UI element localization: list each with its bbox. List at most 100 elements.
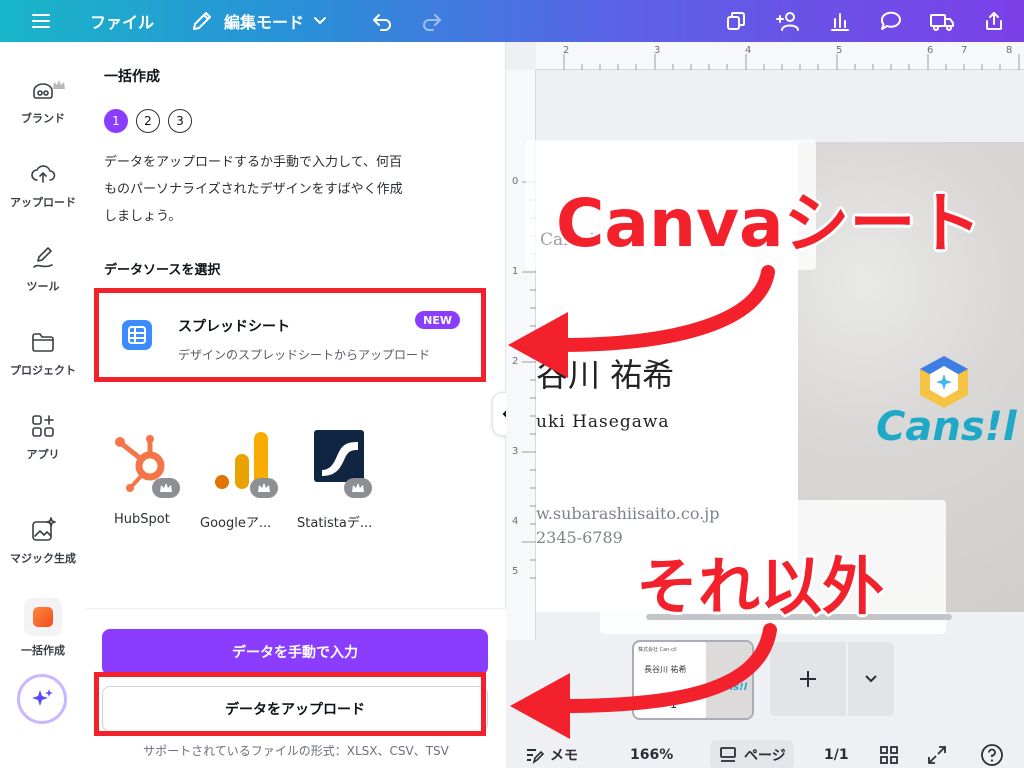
google-analytics-source-option[interactable] <box>208 430 280 498</box>
ruler-tick-label: 2 <box>512 356 519 367</box>
edit-mode-label: 編集モード <box>224 13 305 32</box>
file-menu[interactable]: ファイル <box>90 0 154 42</box>
step-3: 3 <box>168 109 192 133</box>
supported-formats-note: サポートされているファイルの形式：XLSX、CSV、TSV <box>143 744 449 758</box>
description-line: しましょう。 <box>104 209 182 224</box>
thumb-company: 株式会社 Can-cil <box>638 647 677 653</box>
step-2: 2 <box>136 109 160 133</box>
google-analytics-label: Googleア... <box>200 516 272 531</box>
sparkle-icon <box>29 686 55 712</box>
crown-icon <box>250 478 278 498</box>
top-toolbar: ファイル 編集モード <box>0 0 1024 42</box>
panel-title: 一括作成 <box>104 69 160 85</box>
ruler-tick-label: 0 <box>512 176 519 187</box>
magic-image-icon <box>29 516 57 544</box>
data-source-heading: データソースを選択 <box>104 263 221 278</box>
description-line: データをアップロードするか手動で入力して、何百 <box>104 155 402 170</box>
thumb-logo: Cans!l <box>712 682 748 693</box>
hubspot-label: HubSpot <box>114 512 170 527</box>
thumb-name: 長谷川 祐希 <box>644 665 687 674</box>
help-icon[interactable] <box>980 742 1004 768</box>
ruler-tick-label: 6 <box>927 45 934 56</box>
annotation-canva-sheet: Canvaシート <box>556 185 982 262</box>
ruler-tick-label: 3 <box>654 45 661 56</box>
rail-item-apps[interactable]: アプリ <box>0 412 86 482</box>
bulk-create-panel: 一括作成 1 2 3 データをアップロードするか手動で入力して、何百 ものパーソ… <box>86 42 506 768</box>
notes-icon <box>524 745 544 765</box>
print-delivery-icon[interactable] <box>928 0 956 42</box>
plus-icon <box>797 668 819 690</box>
add-page-options-button[interactable] <box>848 642 894 716</box>
grid-view-icon[interactable] <box>878 742 900 768</box>
ruler-tick-label: 3 <box>512 446 519 457</box>
card-phone: 2345-6789 <box>536 528 623 547</box>
chevron-down-icon <box>312 13 328 29</box>
rail-label-magic-media: マジック生成 <box>10 552 76 565</box>
crown-icon <box>152 478 180 498</box>
annotation-others: それ以外 <box>636 550 885 623</box>
crown-icon <box>52 76 66 95</box>
ruler-tick-label: 4 <box>745 45 752 56</box>
share-people-icon[interactable] <box>774 0 802 42</box>
resize-icon[interactable] <box>724 0 748 42</box>
rail-label-upload: アップロード <box>10 196 76 209</box>
card-website: w.subarashiisaito.co.jp <box>536 504 720 523</box>
statista-label: Statistaデ... <box>297 516 373 531</box>
chevron-down-icon <box>863 671 879 687</box>
rail-item-projects[interactable]: プロジェクト <box>0 328 86 398</box>
horizontal-ruler: 2 3 4 5 6 7 8 <box>536 42 1024 70</box>
ruler-tick-label: 2 <box>563 45 570 56</box>
canva-assistant-button[interactable] <box>17 674 67 724</box>
ruler-tick-label: 8 <box>1006 45 1013 56</box>
rail-label-bulk-create: 一括作成 <box>21 644 65 657</box>
rail-label-brand: ブランド <box>21 112 65 125</box>
card-logo-text: Cans!l <box>876 404 1017 450</box>
rail-item-upload[interactable]: アップロード <box>0 160 86 230</box>
step-indicator: 1 2 3 <box>104 109 192 133</box>
upload-share-icon[interactable] <box>982 0 1006 42</box>
rail-item-bulk-create[interactable]: 一括作成 <box>0 598 86 668</box>
edit-mode-menu[interactable]: 編集モード <box>190 0 328 42</box>
highlight-box-upload <box>94 672 486 736</box>
insights-icon[interactable] <box>828 0 852 42</box>
card-name-en: uki Hasegawa <box>536 412 670 432</box>
rail-label-tools: ツール <box>26 280 60 293</box>
notes-label: メモ <box>550 748 578 764</box>
add-page-button[interactable] <box>770 642 846 716</box>
rail-label-projects: プロジェクト <box>10 364 76 377</box>
pages-icon <box>718 745 738 765</box>
thumb-page-number: 1 <box>670 698 677 711</box>
apps-grid-icon <box>29 412 57 440</box>
pages-view-button[interactable]: ページ <box>710 740 794 768</box>
statista-source-option[interactable] <box>308 430 380 498</box>
redo-icon[interactable] <box>420 0 444 42</box>
fullscreen-icon[interactable] <box>926 742 948 768</box>
step-1: 1 <box>104 109 128 133</box>
rail-label-apps: アプリ <box>26 448 60 461</box>
bulk-create-icon <box>24 598 62 636</box>
undo-icon[interactable] <box>370 0 394 42</box>
folder-icon <box>29 328 57 356</box>
design-canvas-area: 2 3 4 5 6 7 8 0 1 2 3 4 5 Can-cil 谷川 祐希 … <box>506 42 1024 768</box>
pages-label: ページ <box>744 748 786 764</box>
ruler-tick-label: 5 <box>512 566 519 577</box>
card-name-jp: 谷川 祐希 <box>536 356 675 394</box>
comment-icon[interactable] <box>878 0 904 42</box>
zoom-level[interactable]: 166% <box>630 742 673 768</box>
notes-button[interactable]: メモ <box>524 742 578 768</box>
rail-item-brand[interactable]: ブランド <box>0 76 86 146</box>
menu-icon[interactable] <box>30 0 52 42</box>
rail-item-magic-media[interactable]: マジック生成 <box>0 516 86 586</box>
description-line: ものパーソナライズされたデザインをすばやく作成 <box>104 182 403 197</box>
rail-item-tools[interactable]: ツール <box>0 244 86 314</box>
ruler-tick-label: 5 <box>836 45 843 56</box>
highlight-box-spreadsheet <box>94 288 486 382</box>
pencil-icon <box>190 9 214 33</box>
panel-description: データをアップロードするか手動で入力して、何百 ものパーソナライズされたデザイン… <box>104 149 488 230</box>
hubspot-source-option[interactable] <box>108 430 180 498</box>
draw-tool-icon <box>29 244 57 272</box>
manual-input-button[interactable]: データを手動で入力 <box>102 629 488 675</box>
cloud-upload-icon <box>29 160 57 188</box>
page-thumbnail[interactable]: 株式会社 Can-cil 長谷川 祐希 Cans!l 1 <box>632 640 754 720</box>
thumb-photo <box>706 642 752 718</box>
